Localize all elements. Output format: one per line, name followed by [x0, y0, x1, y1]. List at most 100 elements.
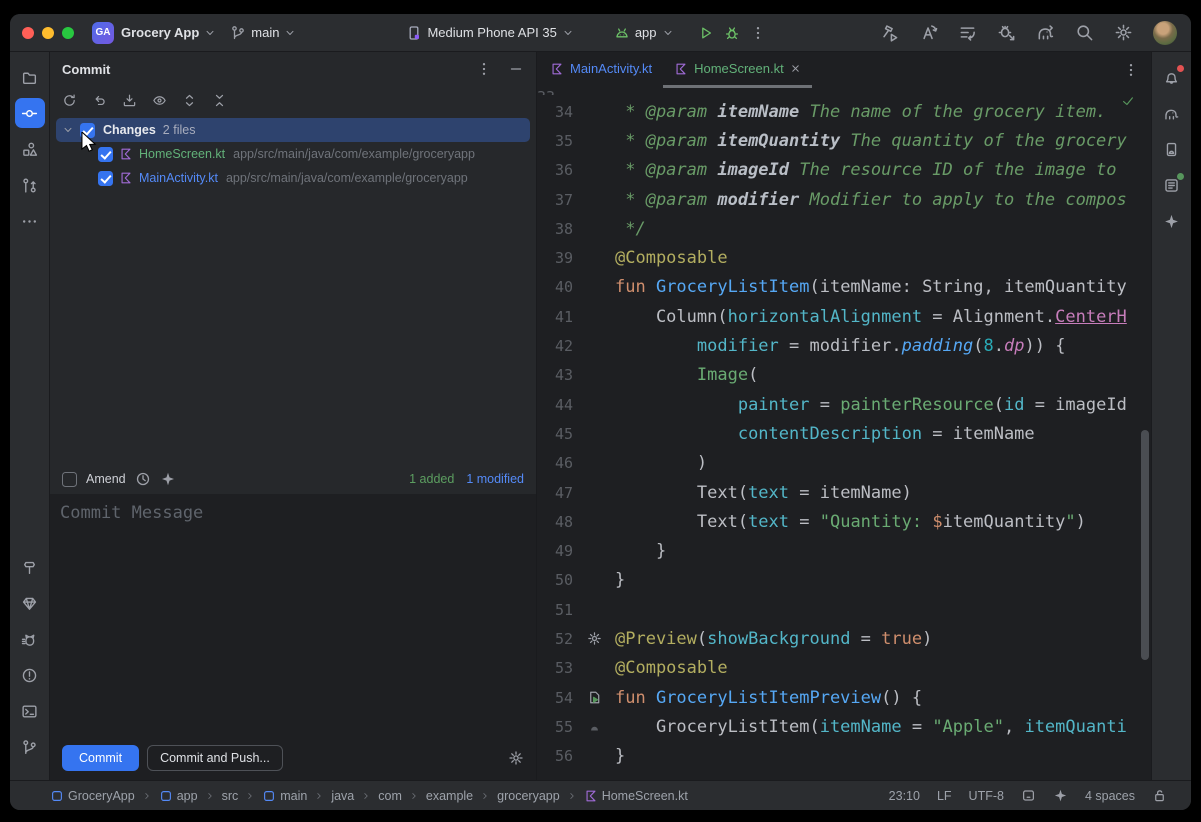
tool-gemini[interactable] — [1157, 206, 1187, 236]
breadcrumb-item[interactable]: app — [159, 789, 198, 803]
tool-terminal[interactable] — [15, 696, 45, 726]
amend-checkbox[interactable] — [62, 472, 77, 487]
indent-setting[interactable]: 4 spaces — [1085, 789, 1135, 803]
build-run-icon[interactable] — [880, 23, 899, 42]
search-icon[interactable] — [1075, 23, 1094, 42]
breadcrumb-item[interactable]: src — [222, 789, 239, 803]
tool-device-manager[interactable] — [1157, 134, 1187, 164]
line-number: 52 — [537, 630, 573, 648]
run-config-selector[interactable]: app — [614, 25, 674, 41]
lock-open-icon[interactable] — [1152, 788, 1167, 803]
expand-all-icon[interactable] — [182, 93, 197, 108]
reader-mode-icon[interactable] — [1021, 788, 1036, 803]
breadcrumb-item[interactable]: HomeScreen.kt — [584, 789, 688, 803]
encoding[interactable]: UTF-8 — [969, 789, 1004, 803]
preview-diff-icon[interactable] — [152, 93, 167, 108]
refresh-icon[interactable] — [62, 93, 77, 108]
code-line: 54fun GroceryListItemPreview() { — [537, 683, 1151, 712]
breadcrumb-item[interactable]: example — [426, 789, 473, 803]
tool-more-tool-windows[interactable] — [15, 206, 45, 236]
zoom-window-button[interactable] — [62, 27, 74, 39]
caret-position[interactable]: 23:10 — [889, 789, 920, 803]
settings-icon[interactable] — [1114, 23, 1133, 42]
tool-problems[interactable] — [15, 660, 45, 690]
tool-build[interactable] — [15, 552, 45, 582]
code-line: 48 Text(text = "Quantity: $itemQuantity"… — [537, 507, 1151, 536]
gutter-marker-icon[interactable] — [573, 719, 615, 734]
gutter-gear-icon[interactable] — [573, 631, 615, 646]
line-number: 51 — [537, 601, 573, 619]
tool-app-quality-insights[interactable] — [15, 588, 45, 618]
editor-tabbar: MainActivity.ktHomeScreen.kt — [537, 52, 1151, 88]
rollback-icon[interactable] — [92, 93, 107, 108]
gradle-sync-icon[interactable] — [1036, 23, 1055, 42]
tab-options-icon[interactable] — [1123, 62, 1139, 78]
more-actions-icon[interactable] — [750, 25, 766, 41]
editor-scrollbar[interactable] — [1141, 430, 1149, 660]
attach-debugger-icon[interactable] — [997, 23, 1016, 42]
code-text: GroceryListItem(itemName = "Apple", item… — [615, 717, 1127, 737]
breadcrumb: GroceryApp app src main java com example grocer… — [50, 789, 688, 803]
apply-changes-icon[interactable] — [919, 23, 938, 42]
code-text: ) — [615, 453, 707, 473]
added-count: 1 added — [409, 472, 454, 486]
code-line: 43 Image( — [537, 361, 1151, 390]
tool-version-control[interactable] — [15, 732, 45, 762]
debug-button[interactable] — [724, 25, 740, 41]
breadcrumb-item[interactable]: com — [378, 789, 402, 803]
chevron-down-icon — [284, 27, 296, 39]
tool-pull-requests[interactable] — [15, 170, 45, 200]
close-window-button[interactable] — [22, 27, 34, 39]
tool-gradle[interactable] — [1157, 98, 1187, 128]
shelve-icon[interactable] — [122, 93, 137, 108]
run-button[interactable] — [698, 25, 714, 41]
line-number: 38 — [537, 220, 573, 238]
inspections-ok-icon[interactable] — [1121, 94, 1135, 108]
chevron-down-icon[interactable] — [62, 124, 74, 136]
ai-commit-message-icon[interactable] — [160, 471, 176, 487]
collapse-all-icon[interactable] — [212, 93, 227, 108]
branch-selector[interactable]: main — [230, 25, 296, 41]
tool-structure[interactable] — [15, 134, 45, 164]
line-ending[interactable]: LF — [937, 789, 952, 803]
project-selector[interactable]: Grocery App — [121, 25, 216, 40]
commit-button[interactable]: Commit — [62, 745, 139, 771]
panel-options-icon[interactable] — [476, 61, 492, 77]
commit-message-input[interactable]: Commit Message — [50, 494, 536, 736]
gutter-run-file-icon[interactable] — [573, 690, 615, 705]
tool-logcat[interactable] — [15, 624, 45, 654]
breadcrumb-item[interactable]: groceryapp — [497, 789, 560, 803]
file-checkbox[interactable] — [98, 147, 113, 162]
minimize-window-button[interactable] — [42, 27, 54, 39]
changes-checkbox[interactable] — [80, 123, 95, 138]
changed-file-row[interactable]: HomeScreen.ktapp/src/main/java/com/examp… — [50, 142, 536, 166]
close-icon[interactable] — [790, 63, 801, 74]
ai-status-icon[interactable] — [1053, 788, 1068, 803]
tool-running-devices[interactable] — [1157, 170, 1187, 200]
breadcrumb-item[interactable]: java — [331, 789, 354, 803]
changed-file-row[interactable]: MainActivity.ktapp/src/main/java/com/exa… — [50, 166, 536, 190]
line-number: 44 — [537, 396, 573, 414]
commit-options-gear-icon[interactable] — [508, 750, 524, 766]
breadcrumb-label: GroceryApp — [68, 789, 135, 803]
breadcrumb-item[interactable]: GroceryApp — [50, 789, 135, 803]
commit-and-push-button[interactable]: Commit and Push... — [147, 745, 283, 771]
code-editor[interactable]: 33 34 * @param itemName The name of the … — [537, 88, 1151, 780]
device-selector[interactable]: Medium Phone API 35 — [406, 25, 573, 41]
chevron-down-icon — [204, 27, 216, 39]
tab-homescreen-kt[interactable]: HomeScreen.kt — [663, 52, 812, 88]
code-text: @Composable — [615, 658, 728, 678]
profiler-icon[interactable] — [958, 23, 977, 42]
file-checkbox[interactable] — [98, 171, 113, 186]
breadcrumb-item[interactable]: main — [262, 789, 307, 803]
line-number: 37 — [537, 191, 573, 209]
hide-panel-icon[interactable] — [508, 61, 524, 77]
avatar[interactable] — [1153, 21, 1177, 45]
tool-commit[interactable] — [15, 98, 45, 128]
code-line: 40fun GroceryListItem(itemName: String, … — [537, 273, 1151, 302]
tool-notifications[interactable] — [1157, 62, 1187, 92]
commit-history-icon[interactable] — [135, 471, 151, 487]
tab-mainactivity-kt[interactable]: MainActivity.kt — [539, 52, 663, 88]
tool-project[interactable] — [15, 62, 45, 92]
changes-group-row[interactable]: Changes2 files — [56, 118, 530, 142]
